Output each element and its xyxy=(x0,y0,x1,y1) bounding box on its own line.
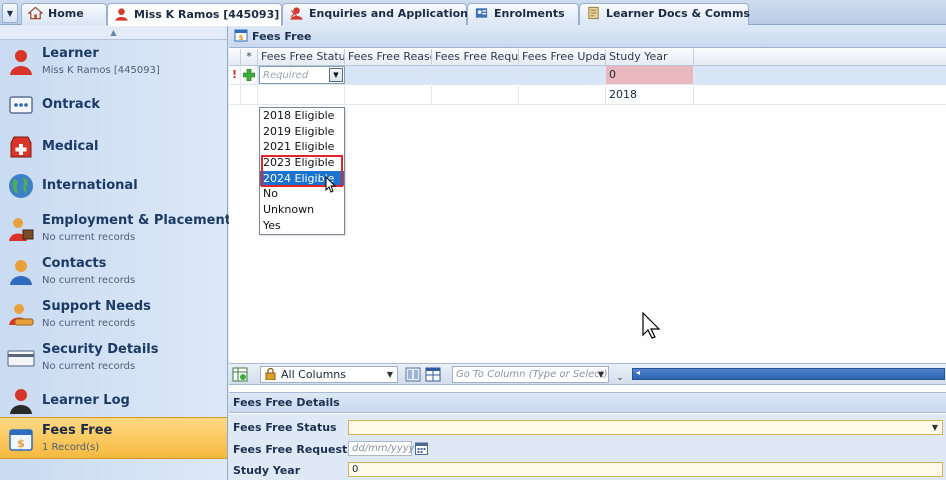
fees-free-status-label: Fees Free Status xyxy=(233,421,337,434)
row-select-cell[interactable] xyxy=(241,86,258,104)
mouse-pointer-icon xyxy=(642,312,661,339)
nav-item-medical[interactable]: Medical xyxy=(0,126,227,168)
dropdown-option[interactable]: 2021 Eligible xyxy=(260,139,344,155)
fees-free-header-icon: $ xyxy=(234,29,248,42)
combo-dropdown-button[interactable]: ▼ xyxy=(329,68,343,82)
study-year-label: Study Year xyxy=(233,464,301,477)
column-header-study-year[interactable]: Study Year xyxy=(606,49,694,66)
grid-layout-icon[interactable] xyxy=(425,367,441,382)
column-header-fees-free-reason[interactable]: Fees Free Reason xyxy=(345,49,432,66)
fees-free-grid: * Fees Free Status Fees Free Reason Fees… xyxy=(229,49,946,363)
chevron-down-icon: ▼ xyxy=(386,370,393,379)
globe-icon xyxy=(9,174,33,198)
column-header-fees-free-request[interactable]: Fees Free Requ... xyxy=(432,49,519,66)
required-indicator: ! xyxy=(229,66,241,84)
nav-item-fees-free[interactable]: $ Fees Free 1 Record(s) xyxy=(0,417,227,459)
columns-select[interactable]: All Columns ▼ xyxy=(260,366,398,383)
chevron-down-icon: ▼ xyxy=(597,370,604,379)
row-status-cell[interactable] xyxy=(258,86,345,104)
new-row-request-cell[interactable] xyxy=(432,66,519,84)
tab-learner-docs-comms[interactable]: Learner Docs & Comms xyxy=(579,3,750,25)
security-card-icon xyxy=(7,350,35,367)
fees-free-pane: $ Fees Free * Fees Free Status Fees Free … xyxy=(229,26,946,480)
row-request-cell[interactable] xyxy=(432,86,519,104)
contacts-icon xyxy=(10,260,32,285)
row-study-year-cell[interactable]: 2018 xyxy=(606,86,694,104)
nav-item-employment-placements[interactable]: Employment & Placements No current recor… xyxy=(0,208,239,250)
nav-item-ontrack[interactable]: Ontrack xyxy=(0,84,227,126)
new-row-filler xyxy=(694,66,946,84)
details-section-header: Fees Free Details xyxy=(229,392,946,413)
nav-item-learner[interactable]: Learner Miss K Ramos [445093] xyxy=(0,41,227,83)
scroll-left-icon[interactable]: ◂ xyxy=(636,368,640,377)
svg-text:$: $ xyxy=(17,437,25,450)
svg-text:$: $ xyxy=(239,34,244,42)
grid-new-row: ! 0 Required ▼ xyxy=(229,66,946,85)
row-updated-cell[interactable] xyxy=(519,86,606,104)
tab-enquiries-applications[interactable]: Enquiries and Applications xyxy=(282,3,475,25)
column-header-select[interactable]: * xyxy=(241,49,258,66)
dropdown-option[interactable]: 2019 Eligible xyxy=(260,124,344,140)
employment-icon xyxy=(9,218,34,241)
nav-item-support-needs[interactable]: Support Needs No current records xyxy=(0,294,227,336)
chevron-down-icon: ▼ xyxy=(931,423,938,432)
toolbar-overflow-icon[interactable]: ⌄ xyxy=(615,367,625,382)
row-reason-cell[interactable] xyxy=(345,86,432,104)
new-row-updated-cell[interactable] xyxy=(519,66,606,84)
enrolment-icon xyxy=(475,8,488,18)
close-tab-icon[interactable]: ✕ xyxy=(289,7,299,21)
tab-strip: ▼ Home Miss K Ramos [445093] ✕ Enquiries … xyxy=(0,0,946,26)
new-row-reason-cell[interactable] xyxy=(345,66,432,84)
tab-enrolments[interactable]: Enrolments xyxy=(467,3,579,25)
fees-free-status-select[interactable]: ▼ xyxy=(348,420,943,435)
user-icon xyxy=(115,8,128,21)
study-year-input[interactable]: 0 xyxy=(348,462,943,477)
grid-header: * Fees Free Status Fees Free Reason Fees… xyxy=(229,49,946,66)
learner-log-icon xyxy=(10,389,32,414)
nav-item-security-details[interactable]: Security Details No current records xyxy=(0,337,227,379)
dropdown-option[interactable]: Unknown xyxy=(260,202,344,218)
dropdown-option[interactable]: 2023 Eligible xyxy=(260,155,344,171)
add-row-icon[interactable] xyxy=(243,69,255,81)
status-placeholder: Required xyxy=(263,70,309,81)
learner-navigation-panel: ▲ Learner Miss K Ramos [445093] Ontrack … xyxy=(0,26,239,480)
dropdown-option[interactable]: 2018 Eligible xyxy=(260,108,344,124)
calendar-icon[interactable] xyxy=(415,442,428,455)
support-needs-icon xyxy=(9,304,34,326)
column-header-fees-free-updated[interactable]: Fees Free Upda... xyxy=(519,49,606,66)
grid-toolbar: All Columns ▼ Go To Column (Type or Selec… xyxy=(229,363,946,385)
go-to-column-input[interactable]: Go To Column (Type or Select) ▼ xyxy=(452,366,609,383)
tab-home[interactable]: Home xyxy=(21,3,107,25)
lock-icon xyxy=(265,367,276,381)
horizontal-scrollbar[interactable]: ◂ xyxy=(632,368,945,380)
fees-free-icon: $ xyxy=(9,429,33,451)
export-grid-icon[interactable] xyxy=(232,367,248,382)
tab-learner-record[interactable]: Miss K Ramos [445093] ✕ xyxy=(107,3,299,26)
row-indicator-header xyxy=(229,49,241,66)
add-row-cell[interactable] xyxy=(241,66,258,84)
new-row-study-year-cell[interactable]: 0 xyxy=(606,66,694,84)
fees-free-request-date-input[interactable]: dd/mm/yyyy xyxy=(348,441,415,456)
docs-icon xyxy=(588,6,599,20)
nav-scroll-up-button[interactable]: ▲ xyxy=(0,26,227,40)
fees-free-status-combo[interactable]: Required ▼ xyxy=(259,66,345,84)
row-indicator xyxy=(229,86,241,104)
dropdown-option[interactable]: Yes xyxy=(260,218,344,234)
column-header-fees-free-status[interactable]: Fees Free Status xyxy=(258,49,345,66)
nav-item-learner-log[interactable]: Learner Log xyxy=(0,380,227,422)
fees-free-status-dropdown: 2018 Eligible 2019 Eligible 2021 Eligibl… xyxy=(259,107,345,235)
ontrack-icon xyxy=(9,96,33,114)
nav-item-contacts[interactable]: Contacts No current records xyxy=(0,251,227,293)
pane-header: $ Fees Free xyxy=(229,26,946,48)
tab-list-dropdown[interactable]: ▼ xyxy=(2,3,18,23)
nav-item-international[interactable]: International xyxy=(0,165,227,207)
mouse-pointer-icon xyxy=(325,176,337,193)
home-icon xyxy=(28,6,43,20)
svg-text:⌄: ⌄ xyxy=(616,373,624,382)
medical-icon xyxy=(10,136,32,158)
details-form: Fees Free Status ▼ Fees Free Request Dat… xyxy=(229,414,946,480)
table-row[interactable]: 2018 xyxy=(229,86,946,105)
column-chooser-icon[interactable] xyxy=(405,367,421,382)
learner-icon xyxy=(10,50,32,75)
